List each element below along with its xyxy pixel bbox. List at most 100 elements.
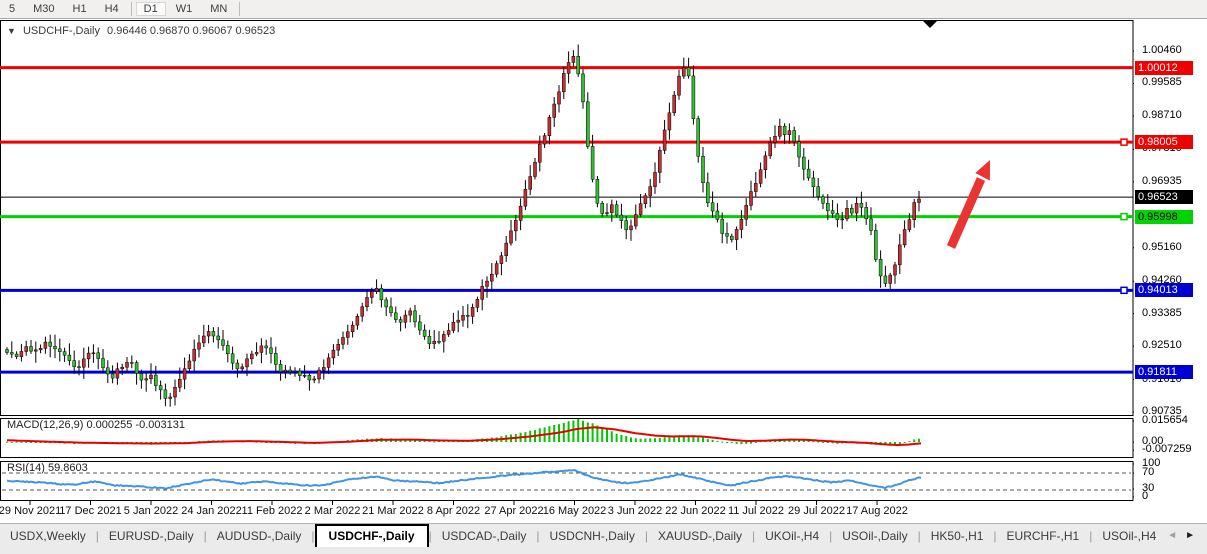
- candle-body: [116, 369, 119, 378]
- candle-body: [740, 219, 743, 229]
- candle-body: [145, 379, 148, 380]
- candle-body: [860, 203, 863, 207]
- candle-body: [663, 130, 666, 150]
- tab-usoil-daily[interactable]: USOil-,Daily: [832, 525, 917, 546]
- candle-body: [188, 361, 191, 369]
- candle-body: [831, 211, 834, 214]
- candle-body: [620, 215, 623, 221]
- date-tick-label: 5 Jan 2022: [124, 505, 178, 517]
- macd-histogram-bar: [640, 439, 642, 442]
- candle-body: [404, 315, 407, 322]
- candle-body: [380, 288, 383, 300]
- tab-eurchf-h1[interactable]: EURCHF-,H1: [997, 525, 1090, 546]
- candle-body: [505, 243, 508, 256]
- tab-hk50-h1[interactable]: HK50-,H1: [921, 525, 994, 546]
- candle-body: [342, 337, 345, 344]
- candle-body: [610, 205, 613, 213]
- candle-body: [457, 320, 460, 322]
- tab-eurusd-daily[interactable]: EURUSD-,Daily: [99, 525, 204, 546]
- candle-body: [202, 336, 205, 343]
- macd-histogram-bar: [731, 442, 733, 443]
- candle-body: [44, 342, 47, 348]
- tab-scroll-left-icon[interactable]: ◄: [1167, 530, 1177, 541]
- candle-body: [6, 349, 9, 352]
- chevron-down-icon[interactable]: ▼: [7, 26, 16, 36]
- candle-body: [169, 397, 172, 398]
- candle-body: [898, 245, 901, 265]
- candle-body: [524, 189, 527, 206]
- rsi-scale-label: 0: [1142, 490, 1148, 502]
- tab-scroll-right-icon[interactable]: ►: [1185, 530, 1195, 541]
- candle-body: [183, 369, 186, 380]
- tab-usoil-h4[interactable]: USOil-,H4: [1092, 525, 1166, 546]
- macd-histogram-bar: [702, 438, 704, 442]
- candle-body: [836, 213, 839, 219]
- chart-area[interactable]: ▼ USDCHF-,Daily 0.96446 0.96870 0.96067 …: [0, 0, 1207, 523]
- candle-body: [543, 136, 546, 144]
- candle-body: [687, 67, 690, 76]
- hline-handle[interactable]: [1121, 139, 1127, 145]
- candle-body: [822, 197, 825, 204]
- hline-handle[interactable]: [1121, 287, 1127, 293]
- candle-body: [855, 203, 858, 213]
- tab-ukoil-h4[interactable]: UKOil-,H4: [755, 525, 829, 546]
- candle-body: [548, 117, 551, 135]
- candle-body: [15, 354, 18, 357]
- candle-body: [274, 353, 277, 364]
- date-tick-label: 11 Feb 2022: [242, 505, 303, 517]
- candle-body: [279, 364, 282, 371]
- trend-arrow-shaft[interactable]: [951, 179, 981, 247]
- tab-usdcad-daily[interactable]: USDCAD-,Daily: [432, 525, 537, 546]
- macd-histogram-bar: [587, 422, 589, 442]
- candle-body: [284, 370, 287, 372]
- candle-body: [697, 119, 700, 157]
- macd-histogram-bar: [11, 442, 13, 443]
- hline-handle[interactable]: [1121, 214, 1127, 220]
- candle-body: [246, 359, 249, 367]
- candle-body: [68, 355, 71, 360]
- candle-body: [750, 192, 753, 206]
- macd-histogram-bar: [712, 440, 714, 442]
- macd-histogram-bar: [716, 441, 718, 442]
- candle-body: [356, 316, 359, 325]
- candle-body: [351, 325, 354, 332]
- tab-audusd-daily[interactable]: AUDUSD-,Daily: [207, 525, 312, 546]
- macd-histogram-bar: [659, 438, 661, 442]
- tab-usdcnh-daily[interactable]: USDCNH-,Daily: [540, 525, 645, 546]
- candle-body: [730, 236, 733, 239]
- tab-usdx-weekly[interactable]: USDX,Weekly: [0, 525, 96, 546]
- macd-histogram-bar: [697, 438, 699, 442]
- candle-body: [567, 62, 570, 73]
- date-tick-label: 17 Dec 2021: [59, 505, 121, 517]
- candle-body: [250, 354, 253, 359]
- candle-body: [716, 211, 719, 219]
- candle-body: [10, 352, 13, 354]
- candle-body: [735, 229, 738, 239]
- candle-body: [918, 199, 921, 203]
- price-axis: 1.004600.995850.987100.978100.969350.951…: [1134, 0, 1207, 523]
- candle-body: [634, 215, 637, 226]
- price-level-badge: 0.98005: [1135, 135, 1193, 149]
- candle-body: [121, 367, 124, 369]
- candle-body: [802, 157, 805, 169]
- candle-body: [394, 313, 397, 320]
- tab-xauusd-daily[interactable]: XAUUSD-,Daily: [648, 525, 752, 546]
- candle-body: [111, 374, 114, 378]
- candle-body: [582, 74, 585, 102]
- macd-histogram-bar: [721, 442, 723, 443]
- candle-body: [97, 353, 100, 359]
- candlestick-plot[interactable]: [0, 0, 1134, 523]
- candle-body: [682, 67, 685, 76]
- tab-usdchf-daily[interactable]: USDCHF-,Daily: [315, 524, 429, 547]
- candle-body: [577, 56, 580, 74]
- candle-body: [370, 291, 373, 297]
- candle-body: [25, 347, 28, 352]
- candle-body: [778, 126, 781, 136]
- candle-body: [591, 146, 594, 179]
- macd-histogram-bar: [611, 431, 613, 442]
- candle-body: [783, 126, 786, 134]
- macd-histogram-bar: [635, 438, 637, 442]
- scroll-position-marker-icon[interactable]: [923, 21, 937, 28]
- macd-histogram-bar: [582, 421, 584, 442]
- panel-border: [1, 462, 1134, 501]
